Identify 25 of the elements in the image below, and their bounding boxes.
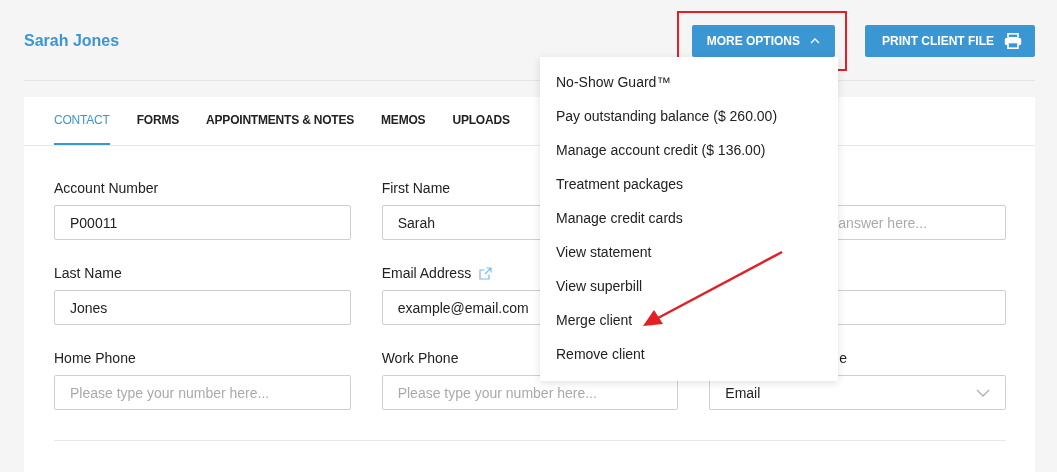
field-label: Home Phone [54,350,136,366]
client-name: Sarah Jones [24,32,120,50]
select-field[interactable]: Email [709,375,1006,410]
field-label: Work Phone [381,350,459,366]
chevron-down-icon [976,388,990,397]
field-label: Last Name [54,265,122,281]
field-label: Email Address [381,265,472,281]
tab[interactable]: FORMS [136,97,180,145]
field-label: Account Number [54,180,159,196]
menu-item[interactable]: Pay outstanding balance ($ 260.00) [540,99,838,133]
tab[interactable]: UPLOADS [452,97,510,145]
field-label: e [839,350,848,366]
printer-icon [1004,33,1022,49]
caret-up-icon [810,38,820,44]
input-field[interactable]: Jones [54,290,351,325]
menu-item[interactable]: No-Show Guard™ [540,65,838,99]
tab[interactable]: MEMOS [381,97,426,145]
menu-item[interactable]: Remove client [540,337,838,371]
input-field[interactable]: Please type your number here... [381,375,679,410]
menu-item[interactable]: Manage account credit ($ 136.00) [540,133,838,167]
menu-item[interactable]: Treatment packages [540,167,838,201]
input-field[interactable]: Please type your number here... [54,375,351,410]
tab[interactable]: APPOINTMENTS & NOTES [206,97,355,145]
field-label: First Name [381,180,451,196]
input-field[interactable]: P00011 [54,205,351,240]
